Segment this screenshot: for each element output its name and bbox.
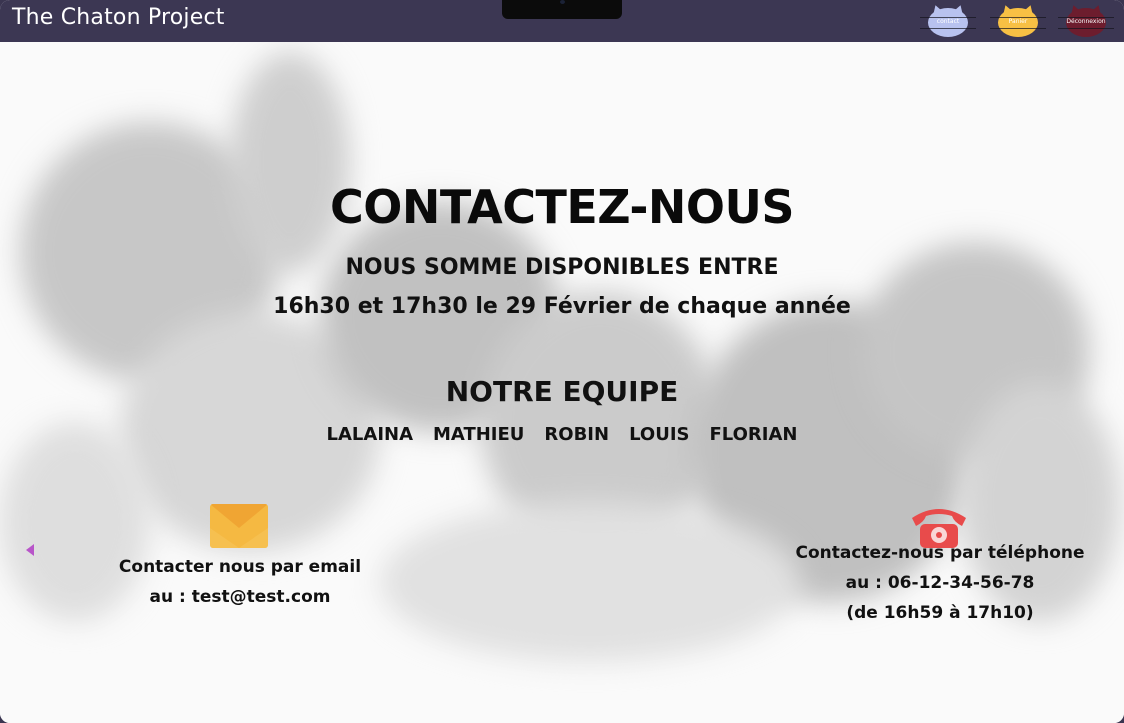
brand-title[interactable]: The Chaton Project (12, 5, 225, 30)
team-title: NOTRE EQUIPE (445, 375, 679, 408)
carousel-prev-arrow-icon[interactable] (26, 544, 34, 556)
email-contact-label: Contacter nous par email (118, 557, 362, 577)
availability-hours: 16h30 et 17h30 le 29 Février de chaque a… (273, 294, 851, 319)
phone-hours: (de 16h59 à 17h10) (846, 603, 1034, 623)
nav-panier-button[interactable]: Panier (990, 3, 1046, 37)
team-member: MATHIEU (433, 424, 525, 445)
nav-deconnexion-label: Déconnexion (1066, 18, 1106, 25)
nav-deconnexion-button[interactable]: Déconnexion (1058, 3, 1114, 37)
availability-heading: NOUS SOMME DISPONIBLES ENTRE (345, 255, 779, 280)
email-contact-block: Contacter nous par email au : test@test.… (100, 552, 380, 612)
phone-number[interactable]: au : 06-12-34-56-78 (790, 568, 1090, 598)
email-address[interactable]: au : test@test.com (100, 582, 380, 612)
phone-contact-block: Contactez-nous par téléphone au : 06-12-… (790, 538, 1090, 628)
nav-panier-label: Panier (1008, 18, 1028, 25)
nav-contact-button[interactable]: contact (920, 3, 976, 37)
team-member: LOUIS (629, 424, 690, 445)
app-window: The Chaton Project contact Panier Déconn… (0, 0, 1124, 723)
contact-page: CONTACTEZ-NOUS NOUS SOMME DISPONIBLES EN… (0, 42, 1124, 723)
team-member: LALAINA (326, 424, 414, 445)
page-title: CONTACTEZ-NOUS (329, 180, 795, 234)
top-bar: The Chaton Project contact Panier Déconn… (0, 0, 1124, 42)
team-member: ROBIN (544, 424, 610, 445)
nav-contact-label: contact (936, 18, 960, 25)
team-list: LALAINA MATHIEU ROBIN LOUIS FLORIAN (0, 424, 1124, 445)
envelope-icon (210, 504, 268, 548)
phone-contact-label: Contactez-nous par téléphone (795, 543, 1085, 563)
camera-notch (502, 0, 622, 19)
team-member: FLORIAN (709, 424, 798, 445)
